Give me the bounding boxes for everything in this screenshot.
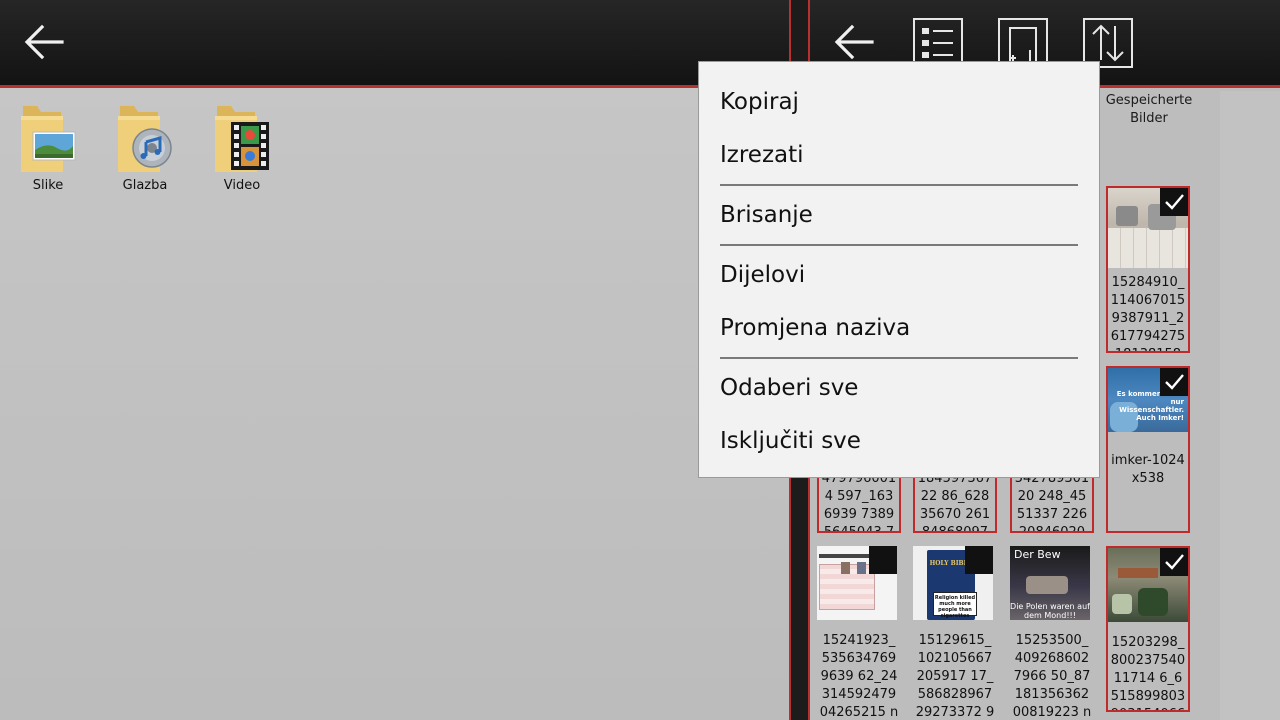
left-pane: Slike Glazba Video [0,0,792,720]
context-menu: Kopiraj Izrezati Brisanje Dijelovi Promj… [698,61,1100,478]
image-thumbnail [817,546,897,620]
image-tile[interactable]: 15203298_80023754011714 6_65158998039031… [1106,546,1190,712]
video-folder-icon [215,106,269,172]
checkmark-icon[interactable] [1160,368,1188,396]
thumbnail-caption: Die Polen waren auf dem Mond!!! [1010,602,1090,620]
menu-separator [720,357,1078,359]
checkbox-empty-icon[interactable] [869,546,897,574]
image-thumbnail: HOLY BIBLE Religion killed much more peo… [913,546,993,620]
checkbox-empty-icon[interactable] [965,546,993,574]
file-name: 54278930120 248_4551337 22620846020 9_n [1014,471,1090,533]
thumbnail-title: Der Bew [1014,548,1061,561]
file-name: 15203298_80023754011714 6_65158998039031… [1110,635,1186,710]
menu-separator [720,244,1078,246]
image-tile[interactable]: 15241923_5356347699639 62_24314592479042… [817,546,901,720]
thumbnail-caption: Religion killed much more people than ci… [933,592,977,619]
pictures-folder-icon [21,106,76,172]
folder-label: Slike [32,178,64,193]
image-thumbnail: Der Bew Die Polen waren auf dem Mond!!! [1010,546,1090,620]
image-tile[interactable]: 15284910_1140670159387911_26177942751813… [1106,186,1190,353]
folder-item-video[interactable]: Video [202,100,282,200]
menu-item-select-all[interactable]: Odaberi sve [699,362,1099,415]
image-tile[interactable]: Es kommen nicht nur Wissenschaftler. Auc… [1106,366,1190,533]
image-thumbnail [1108,188,1188,268]
file-name: 4797960014 597_1636939 73895645043 7_n [821,471,897,533]
menu-item-cut[interactable]: Izrezati [699,129,1099,182]
sort-arrows-icon [1092,24,1124,62]
image-thumbnail: Es kommen nicht nur Wissenschaftler. Auc… [1108,368,1188,432]
left-header-bar [0,0,792,88]
menu-item-share[interactable]: Dijelovi [699,249,1099,302]
folder-item-slike[interactable]: Slike [8,100,88,200]
folder-label: Glazba [122,178,168,193]
file-name: 18459736722 86_62835670 26184868097 n [917,471,993,533]
folder-label: Video [223,178,261,193]
scroll-strip [1220,91,1280,720]
checkmark-icon[interactable] [1160,548,1188,576]
image-thumbnail [1108,548,1188,622]
back-arrow-icon[interactable] [20,18,68,66]
folder-label-gespeicherte-bilder[interactable]: Gespeicherte Bilder [1104,92,1194,128]
music-folder-icon [118,106,172,172]
menu-separator [720,184,1078,186]
menu-item-copy[interactable]: Kopiraj [699,76,1099,129]
menu-item-rename[interactable]: Promjena naziva [699,302,1099,355]
folder-item-glazba[interactable]: Glazba [105,100,185,200]
new-item-icon [1009,27,1037,66]
file-name: 15253500_4092686027966 50_87181356362008… [1012,633,1092,720]
image-tile[interactable]: HOLY BIBLE Religion killed much more peo… [913,546,997,720]
image-tile[interactable]: Der Bew Die Polen waren auf dem Mond!!! … [1010,546,1094,720]
menu-item-delete[interactable]: Brisanje [699,189,1099,242]
file-name: 15129615_102105667205917 17_586828967292… [915,633,995,720]
back-arrow-icon[interactable] [830,18,878,66]
file-name: 15241923_5356347699639 62_24314592479042… [819,633,899,720]
checkmark-icon[interactable] [1160,188,1188,216]
file-name: imker-1024x538 [1111,453,1185,486]
list-icon [922,28,953,58]
file-name: 15284910_1140670159387911_26177942751813… [1110,275,1186,351]
menu-item-deselect-all[interactable]: Isključiti sve [699,415,1099,468]
